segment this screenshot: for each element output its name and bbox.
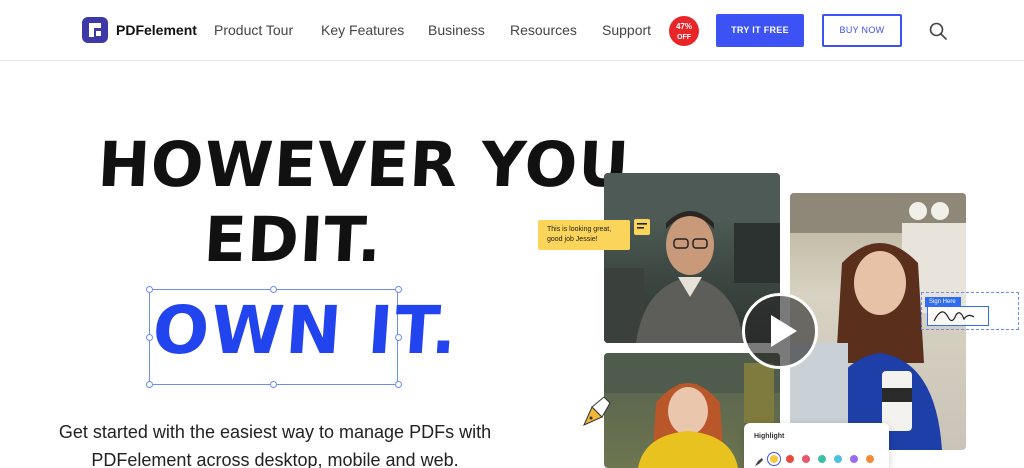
nav-business[interactable]: Business [428, 22, 485, 38]
highlight-title: Highlight [754, 433, 785, 440]
comment-line2: good job Jessie! [547, 236, 598, 243]
hero-headline-line2: EDIT. [202, 203, 385, 276]
discount-badge[interactable]: 47% OFF [669, 16, 699, 46]
try-it-free-button[interactable]: TRY IT FREE [716, 14, 804, 47]
hero-subtitle: Get started with the easiest way to mana… [58, 422, 492, 468]
color-swatch[interactable] [850, 455, 858, 463]
highlighter-icon [754, 454, 764, 468]
nav-product-tour[interactable]: Product Tour [214, 22, 293, 38]
hero-headline-line1: HOWEVER YOU [96, 128, 632, 201]
highlight-panel: Highlight [744, 423, 889, 468]
signature-input[interactable] [927, 306, 989, 326]
logo-text: PDFelement [116, 22, 197, 38]
resize-handle [270, 381, 277, 388]
color-swatch[interactable] [802, 455, 810, 463]
hero-headline-line3: OWN IT. [150, 292, 462, 369]
nav-support[interactable]: Support [602, 22, 651, 38]
resize-handle [395, 381, 402, 388]
resize-handle [146, 381, 153, 388]
color-swatch[interactable] [866, 455, 874, 463]
color-swatch[interactable] [770, 455, 778, 463]
color-swatch[interactable] [818, 455, 826, 463]
search-icon[interactable] [929, 22, 947, 45]
comment-icon [634, 219, 650, 240]
resize-handle [146, 286, 153, 293]
discount-off: OFF [677, 34, 691, 41]
discount-percent: 47% [675, 22, 692, 31]
play-video-button[interactable] [742, 293, 818, 369]
comment-line1: This is looking great, [547, 226, 612, 233]
pen-tool-icon [580, 393, 612, 434]
pdfelement-logo-icon [82, 17, 108, 43]
color-swatch[interactable] [786, 455, 794, 463]
nav-resources[interactable]: Resources [510, 22, 577, 38]
logo[interactable]: PDFelement [82, 17, 197, 43]
buy-now-button[interactable]: BUY NOW [822, 14, 902, 47]
comment-bubble: This is looking great, good job Jessie! [538, 220, 630, 250]
color-swatch[interactable] [834, 455, 842, 463]
nav-key-features[interactable]: Key Features [321, 22, 404, 38]
top-navigation: PDFelement Product Tour Key Features Bus… [0, 0, 1024, 61]
